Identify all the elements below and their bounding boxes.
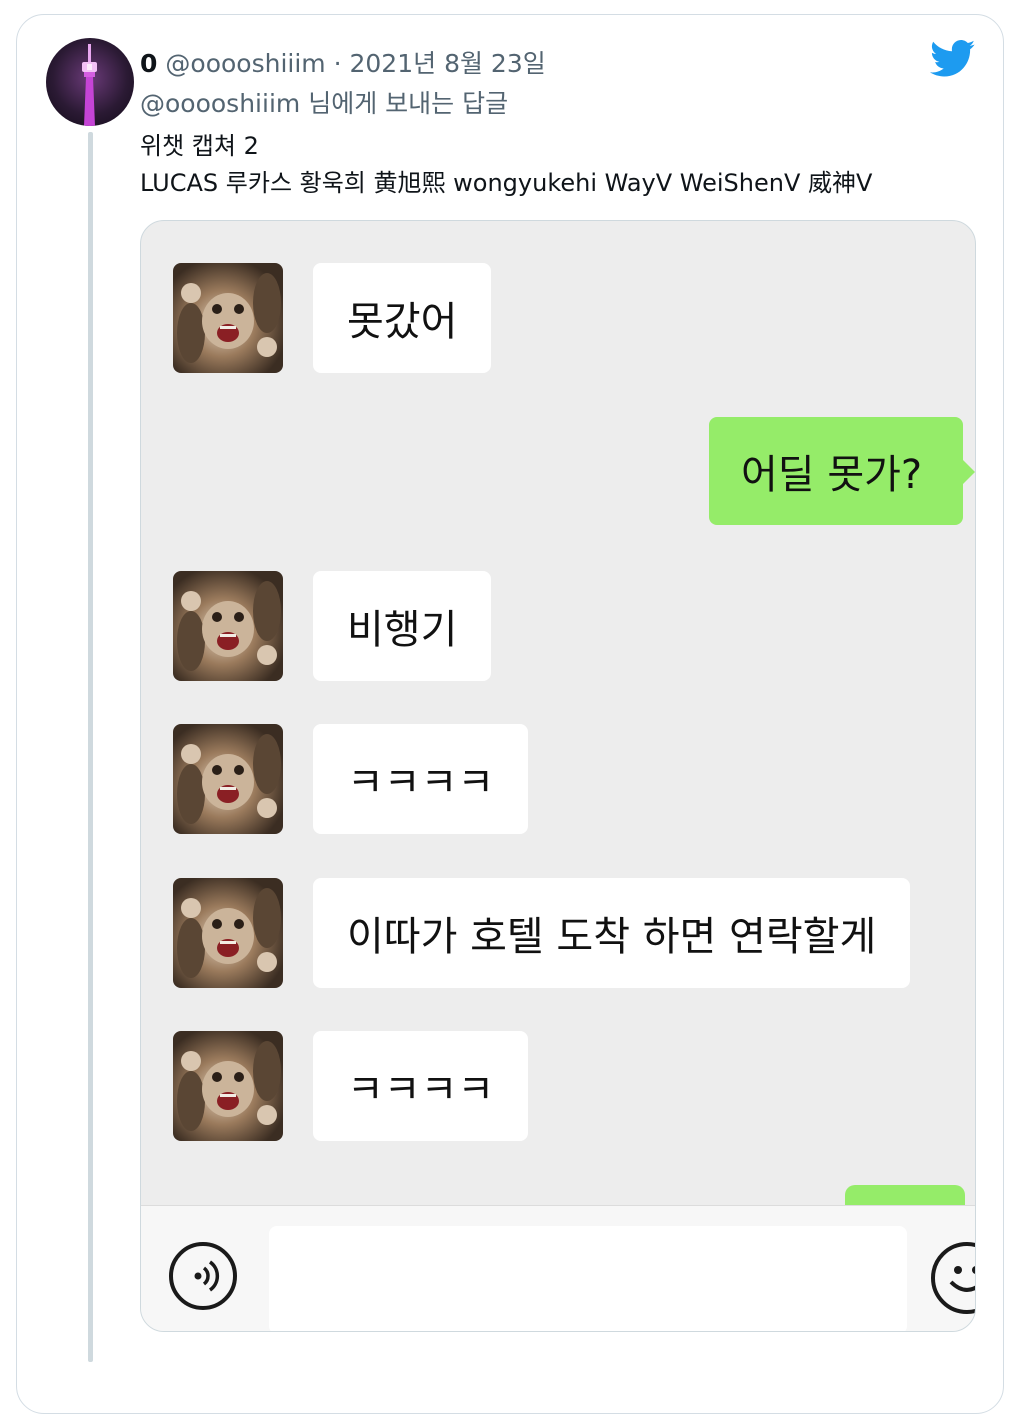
- tweet-text: 위챗 캡쳐 2 LUCAS 루카스 황욱희 黄旭熙 wongyukehi Way…: [140, 128, 872, 202]
- user-handle[interactable]: @ooooshiiim: [165, 49, 325, 78]
- profile-avatar[interactable]: [46, 38, 134, 126]
- message-bubble-incoming[interactable]: 못갔어: [313, 263, 492, 373]
- voice-wave-icon[interactable]: [169, 1242, 237, 1310]
- contact-avatar[interactable]: [173, 724, 283, 834]
- contact-avatar[interactable]: [173, 878, 283, 988]
- thread-line: [88, 132, 93, 1362]
- message-text: ㅋㅋㅋㅋ: [347, 760, 495, 806]
- message-text: 어딜 못가?: [741, 452, 923, 498]
- message-text: 못갔어: [347, 299, 458, 345]
- tweet-text-line: LUCAS 루카스 황욱희 黄旭熙 wongyukehi WayV WeiShe…: [140, 169, 873, 197]
- message-text: 이따가 호텔 도착 하면 연락할게: [347, 914, 877, 960]
- message-bubble-outgoing[interactable]: 어딜 못가?: [709, 417, 975, 525]
- emoji-face-icon[interactable]: [931, 1242, 975, 1314]
- message-text: 비행기: [347, 607, 458, 653]
- contact-avatar[interactable]: [173, 263, 283, 373]
- tweet-header: 0 @ooooshiiim · 2021년 8월 23일: [140, 44, 546, 80]
- tweet-text-line: 위챗 캡쳐 2: [140, 132, 259, 160]
- message-text: ㅋㅋㅋㅋ: [347, 1067, 495, 1113]
- reply-to-label[interactable]: @ooooshiiim 님에게 보내는 답글: [140, 84, 508, 120]
- display-name[interactable]: 0: [140, 49, 157, 78]
- message-bubble-incoming[interactable]: 비행기: [313, 571, 492, 681]
- attached-image[interactable]: 못갔어 어딜 못가? 비행기 ㅋㅋㅋㅋ 이따가 호텔 도착 하면 연락할게 ㅋㅋ…: [140, 220, 976, 1332]
- contact-avatar[interactable]: [173, 571, 283, 681]
- tweet-date[interactable]: 2021년 8월 23일: [350, 49, 546, 78]
- message-bubble-incoming[interactable]: 이따가 호텔 도착 하면 연락할게: [313, 878, 911, 988]
- header-separator: ·: [325, 49, 350, 78]
- contact-avatar[interactable]: [173, 1031, 283, 1141]
- message-bubble-incoming[interactable]: ㅋㅋㅋㅋ: [313, 1031, 529, 1141]
- bubble-tail: [962, 459, 975, 485]
- chat-input-bar: [141, 1205, 975, 1331]
- twitter-bird-icon[interactable]: [930, 40, 976, 78]
- message-bubble-incoming[interactable]: ㅋㅋㅋㅋ: [313, 724, 529, 834]
- message-input[interactable]: [269, 1226, 907, 1331]
